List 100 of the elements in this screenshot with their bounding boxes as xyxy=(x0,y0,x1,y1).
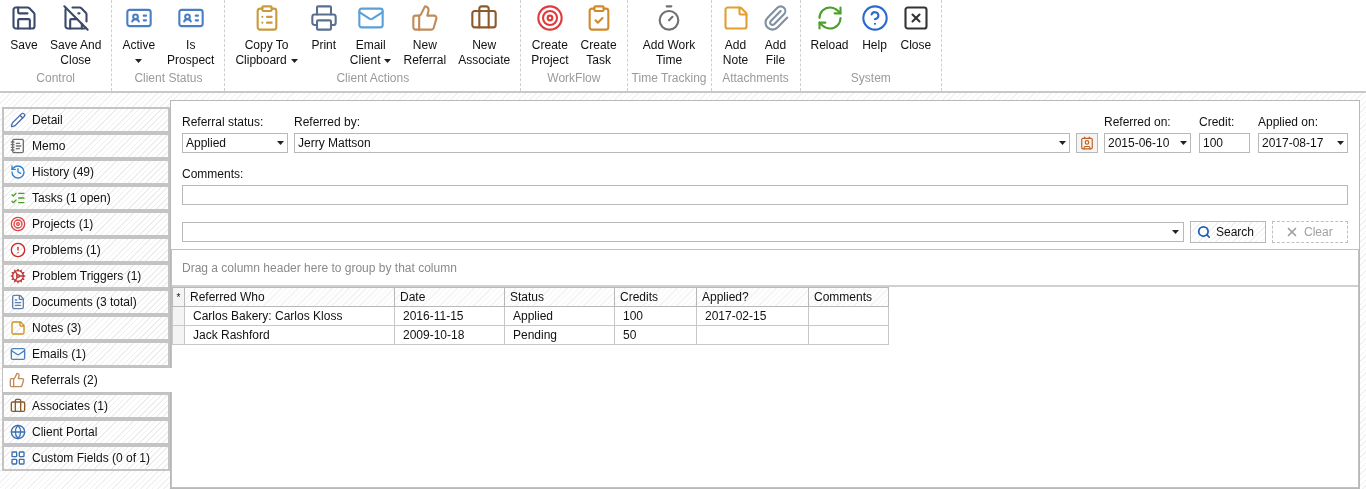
history-icon xyxy=(10,164,26,180)
toolbar-button[interactable]: Help xyxy=(854,0,895,53)
refresh-icon xyxy=(815,4,844,32)
comments-field[interactable] xyxy=(182,185,1348,205)
target-icon xyxy=(10,216,26,232)
grid-icon xyxy=(10,450,26,466)
filter-dropdown[interactable] xyxy=(182,222,1184,242)
date-picker[interactable]: 2015-06-10 xyxy=(1104,133,1191,153)
status-dropdown[interactable]: Applied xyxy=(182,133,288,153)
close-icon xyxy=(1285,225,1299,239)
paperclip-icon xyxy=(761,4,790,32)
field-label: Referral status: xyxy=(182,114,265,131)
dropdown-arrow-icon xyxy=(1337,141,1344,145)
sidebar-tab[interactable]: Memo xyxy=(2,133,170,159)
sidebar-tab[interactable]: Problem Triggers (1) xyxy=(2,263,170,289)
globe-icon xyxy=(10,424,26,440)
table-cell: 100 xyxy=(614,306,697,326)
sidebar-tab[interactable]: Detail xyxy=(2,107,170,133)
toolbar-button[interactable]: Close xyxy=(894,0,938,53)
envelope-icon xyxy=(10,346,26,362)
caret-icon xyxy=(384,58,392,63)
caret-icon xyxy=(135,58,143,63)
printer-icon xyxy=(309,4,338,32)
table-cell: 2016-11-15 xyxy=(394,306,505,326)
sticky-note-icon xyxy=(10,320,26,336)
group-label: Control xyxy=(36,70,76,87)
group-label: Client Status xyxy=(134,70,203,87)
column-header[interactable]: Credits xyxy=(614,287,697,307)
contact-card-button[interactable] xyxy=(1076,133,1098,153)
sidebar-tab[interactable]: Tasks (1 open) xyxy=(2,185,170,211)
table-cell: 2009-10-18 xyxy=(394,325,505,345)
date-picker[interactable]: 2017-08-17 xyxy=(1258,133,1348,153)
field-label: Referred on: xyxy=(1104,114,1172,131)
help-icon xyxy=(860,4,889,32)
contact-card-icon xyxy=(1080,136,1094,150)
group-label: System xyxy=(850,70,891,87)
toolbar-button[interactable]: Copy To Clipboard xyxy=(229,0,304,68)
thumbs-up-icon xyxy=(410,4,439,32)
sidebar-tab[interactable]: Notes (3) xyxy=(2,315,170,341)
table-cell: 50 xyxy=(614,325,697,345)
toolbar-button[interactable]: Save xyxy=(4,0,44,68)
dropdown-arrow-icon xyxy=(1180,141,1187,145)
document-icon xyxy=(10,294,26,310)
new-row-marker: * xyxy=(172,287,185,307)
alert-icon xyxy=(10,242,26,258)
dropdown-arrow-icon xyxy=(277,141,284,145)
thumbs-up-icon xyxy=(9,372,25,388)
column-header[interactable]: Date xyxy=(394,287,505,307)
sidebar-tab[interactable]: Custom Fields (0 of 1) xyxy=(2,445,170,471)
sidebar-tab[interactable]: Client Portal xyxy=(2,419,170,445)
toolbar-button[interactable]: New Referral xyxy=(397,0,453,68)
dropdown-arrow-icon xyxy=(1172,230,1179,234)
toolbar-button[interactable]: Add Note xyxy=(715,0,756,68)
field-label: Comments: xyxy=(182,166,245,183)
referred-by-dropdown[interactable]: Jerry Mattson xyxy=(294,133,1070,153)
toolbar-button[interactable]: Save And Close xyxy=(44,0,108,68)
toolbar-button[interactable]: Add File xyxy=(755,0,796,68)
sidebar-tab[interactable]: Associates (1) xyxy=(2,393,170,419)
column-header[interactable]: Applied? xyxy=(696,287,809,307)
column-header[interactable]: Comments xyxy=(808,287,889,307)
checklist-icon xyxy=(10,190,26,206)
toolbar-button[interactable]: Reload xyxy=(804,0,855,53)
column-header[interactable]: Referred Who xyxy=(184,287,395,307)
toolbar-button[interactable]: Is Prospect xyxy=(161,0,221,68)
field-label: Referred by: xyxy=(294,114,362,131)
sidebar-tab[interactable]: Emails (1) xyxy=(2,341,170,367)
group-label: Attachments xyxy=(722,70,789,87)
table-cell: Jack Rashford xyxy=(184,325,395,345)
table-cell: Pending xyxy=(504,325,615,345)
column-header[interactable]: Status xyxy=(504,287,615,307)
floppy-disk-close-icon xyxy=(61,4,90,32)
toolbar-button[interactable]: Add Work Time xyxy=(636,0,702,68)
field-label: Credit: xyxy=(1199,114,1236,131)
toolbar-button[interactable]: Print xyxy=(303,0,344,68)
search-icon xyxy=(1197,225,1211,239)
group-by-hint: Drag a column header here to group by that column xyxy=(182,259,457,277)
close-icon xyxy=(901,4,930,32)
caret-icon xyxy=(290,58,298,63)
dropdown-arrow-icon xyxy=(1059,141,1066,145)
target-icon xyxy=(535,4,564,32)
briefcase-icon xyxy=(10,398,26,414)
table-cell: 2017-02-15 xyxy=(696,306,809,326)
sidebar-tab[interactable]: History (49) xyxy=(2,159,170,185)
sidebar-tab[interactable]: Problems (1) xyxy=(2,237,170,263)
toolbar-button[interactable]: Active xyxy=(116,0,162,68)
credit-field[interactable]: 100 xyxy=(1199,133,1250,153)
sidebar-tab[interactable]: Referrals (2) xyxy=(2,367,172,393)
sidebar-tab[interactable]: Projects (1) xyxy=(2,211,170,237)
toolbar-button[interactable]: Create Project xyxy=(525,0,575,68)
search-button[interactable]: Search xyxy=(1190,221,1266,243)
toolbar-button[interactable]: New Associate xyxy=(452,0,517,68)
sidebar-tab[interactable]: Documents (3 total) xyxy=(2,289,170,315)
gear-icon xyxy=(10,268,26,284)
pencil-icon xyxy=(10,112,26,128)
table-cell: Applied xyxy=(504,306,615,326)
group-label: Time Tracking xyxy=(631,70,707,87)
table-cell: Carlos Bakery: Carlos Kloss xyxy=(184,306,395,326)
group-label: Client Actions xyxy=(336,70,410,87)
toolbar-button[interactable]: Email Client xyxy=(343,0,398,68)
toolbar-button[interactable]: Create Task xyxy=(574,0,623,68)
